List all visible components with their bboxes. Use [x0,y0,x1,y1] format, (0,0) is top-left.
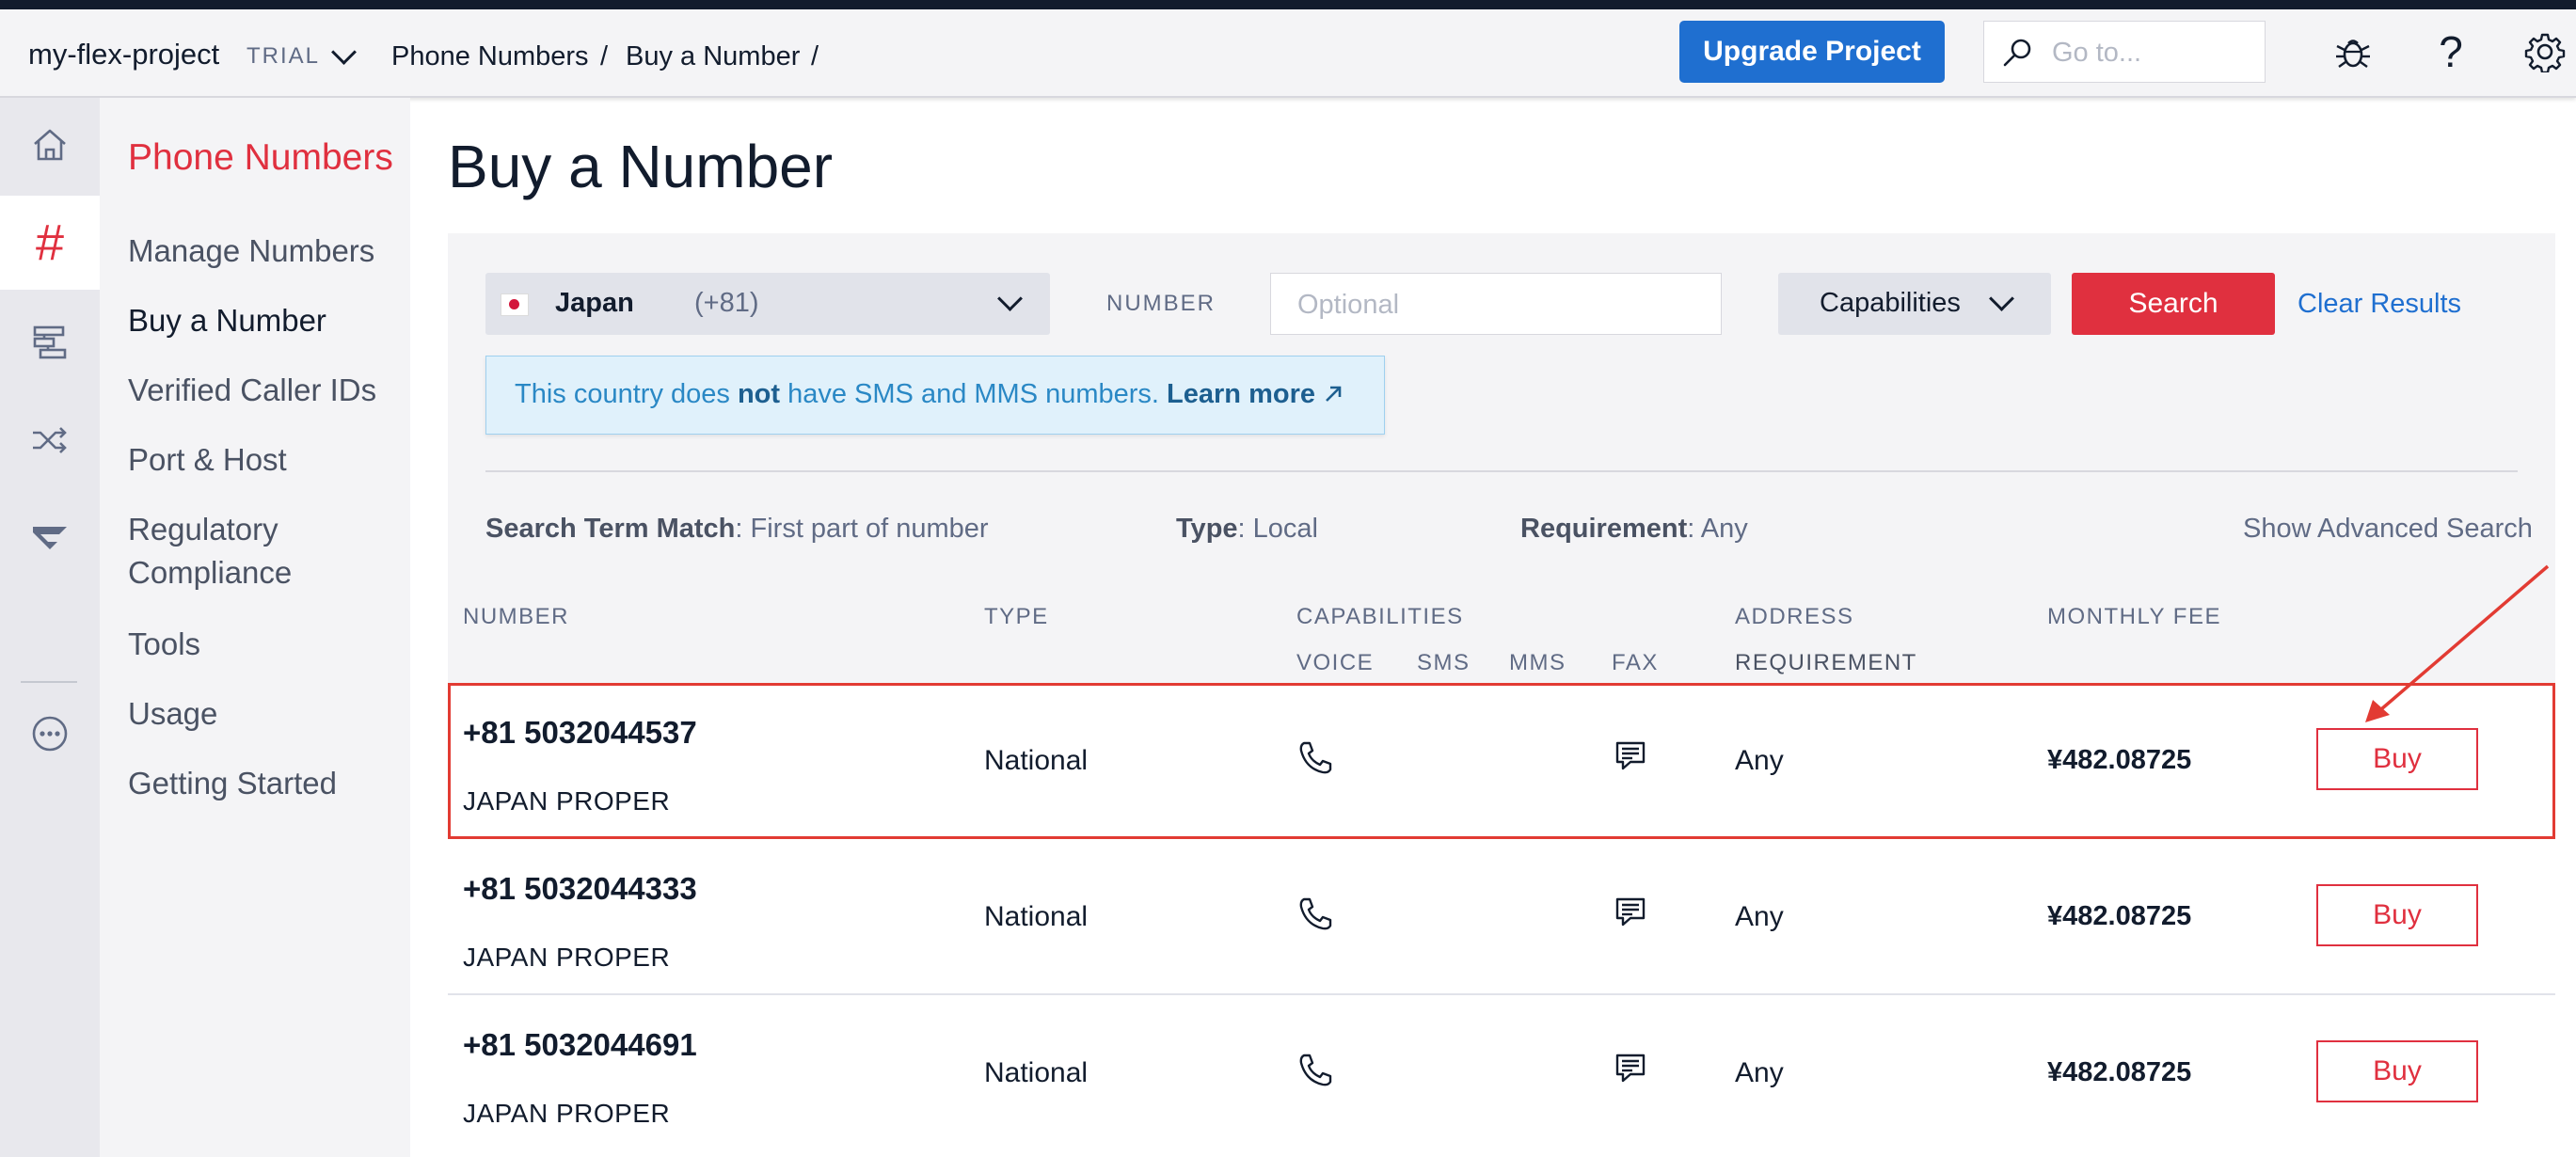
rail-divider [21,681,77,683]
column-header-address: ADDRESS [1735,604,1854,629]
monthly-fee: ¥482.08725 [2047,1057,2192,1087]
annotation-arrow-icon [2365,564,2550,722]
region: JAPAN PROPER [463,1099,671,1128]
sidebar-item-manage-numbers[interactable]: Manage Numbers [128,230,374,273]
number-type: National [984,901,1089,932]
top-strip [0,0,2576,9]
notice-emphasis: not [737,379,781,409]
address-requirement: Any [1735,901,1784,932]
panel-divider [485,470,2518,472]
column-header-number: NUMBER [463,604,570,629]
sidebar-item-getting-started[interactable]: Getting Started [128,762,337,805]
column-header-requirement: REQUIREMENT [1735,650,1917,675]
goto-search[interactable] [1983,21,2266,83]
country-select[interactable]: Japan (+81) [485,273,1050,335]
address-requirement: Any [1735,1057,1784,1088]
fax-icon [1615,897,1646,927]
page-title: Buy a Number [448,133,834,200]
sms-mms-notice: This country does not have SMS and MMS n… [485,356,1385,435]
monthly-fee: ¥482.08725 [2047,901,2192,931]
plan-badge: TRIAL [246,43,321,69]
upgrade-project-button[interactable]: Upgrade Project [1679,21,1945,83]
routing-shuffle-icon[interactable] [0,393,100,487]
clear-results-link[interactable]: Clear Results [2298,289,2461,320]
address-requirement: Any [1735,745,1784,776]
home-icon[interactable] [0,98,100,192]
notice-text-end: have SMS and MMS numbers. [780,379,1168,409]
number-input[interactable] [1296,287,1694,323]
sidebar-title: Phone Numbers [128,137,393,178]
column-header-fax: FAX [1612,650,1659,675]
fax-icon [1615,741,1646,770]
voice-phone-icon [1299,1054,1332,1086]
buy-button[interactable]: Buy [2316,728,2478,790]
sidebar-item-verified-caller-ids[interactable]: Verified Caller IDs [128,369,376,412]
sidebar-item-tools[interactable]: Tools [128,623,200,666]
region: JAPAN PROPER [463,786,671,816]
monthly-fee: ¥482.08725 [2047,745,2192,775]
icon-rail: # [0,98,100,1157]
fax-icon [1615,1054,1646,1083]
voice-phone-icon [1299,897,1332,930]
top-header: my-flex-project TRIAL Phone Numbers / Bu… [0,9,2576,98]
sidebar: Phone Numbers Manage Numbers Buy a Numbe… [100,98,410,1157]
column-header-type: TYPE [984,604,1049,629]
breadcrumb-separator: / [600,41,609,71]
country-name: Japan [555,288,634,318]
buy-button[interactable]: Buy [2316,884,2478,946]
search-icon [2003,39,2031,67]
table-row: +81 5032044333 JAPAN PROPER National Any… [448,839,2555,995]
show-advanced-search-link[interactable]: Show Advanced Search [2243,514,2533,545]
capabilities-dropdown[interactable]: Capabilities [1778,273,2051,335]
search-button[interactable]: Search [2072,273,2275,335]
notice-text: This country does [515,379,738,409]
project-name[interactable]: my-flex-project [28,38,219,71]
phone-number: +81 5032044333 [463,871,697,906]
phone-number: +81 5032044691 [463,1027,697,1062]
number-field[interactable] [1270,273,1722,335]
number-type: National [984,1057,1089,1088]
breadcrumb-buy-a-number[interactable]: Buy a Number [626,41,800,72]
external-link-arrow-icon [1326,386,1342,402]
country-code: (+81) [694,288,759,318]
phone-number: +81 5032044537 [463,715,697,750]
help-icon[interactable]: ? [2425,26,2476,77]
voice-phone-icon [1299,741,1332,774]
sidebar-item-usage[interactable]: Usage [128,692,217,736]
japan-flag-icon [501,293,529,316]
debug-bug-icon[interactable] [2328,26,2378,77]
column-header-voice: VOICE [1296,650,1375,675]
chevron-down-icon [997,286,1023,311]
breadcrumb-separator: / [811,41,819,71]
settings-gear-icon[interactable] [2520,26,2570,77]
filter-requirement: Requirement: Any [1520,514,1748,544]
filter-type: Type: Local [1176,514,1318,544]
table-row: +81 5032044537 JAPAN PROPER National Any… [448,683,2555,839]
studio-flow-icon[interactable] [0,295,100,389]
buy-button[interactable]: Buy [2316,1040,2478,1102]
column-header-sms: SMS [1417,650,1471,675]
goto-input[interactable] [2050,35,2251,71]
column-header-mms: MMS [1509,650,1566,675]
more-icon[interactable] [0,687,100,781]
sidebar-item-buy-a-number[interactable]: Buy a Number [128,299,326,342]
phone-numbers-hash-icon[interactable]: # [0,196,100,290]
number-label: NUMBER [1106,291,1216,316]
number-type: National [984,745,1089,776]
capabilities-label: Capabilities [1820,288,1961,318]
filter-search-term-match: Search Term Match: First part of number [485,514,989,544]
sidebar-item-regulatory-compliance[interactable]: Regulatory Compliance [128,508,363,594]
column-header-monthly-fee: MONTHLY FEE [2047,604,2221,629]
breadcrumb-phone-numbers[interactable]: Phone Numbers [391,41,589,72]
table-row: +81 5032044691 JAPAN PROPER National Any… [448,995,2555,1157]
column-header-capabilities: CAPABILITIES [1296,604,1464,629]
chevron-down-icon [1989,286,2014,311]
learn-more-link[interactable]: Learn more [1167,379,1315,409]
flex-icon[interactable] [0,491,100,585]
chevron-down-icon[interactable] [331,40,357,65]
region: JAPAN PROPER [463,943,671,972]
sidebar-item-port-host[interactable]: Port & Host [128,438,287,482]
